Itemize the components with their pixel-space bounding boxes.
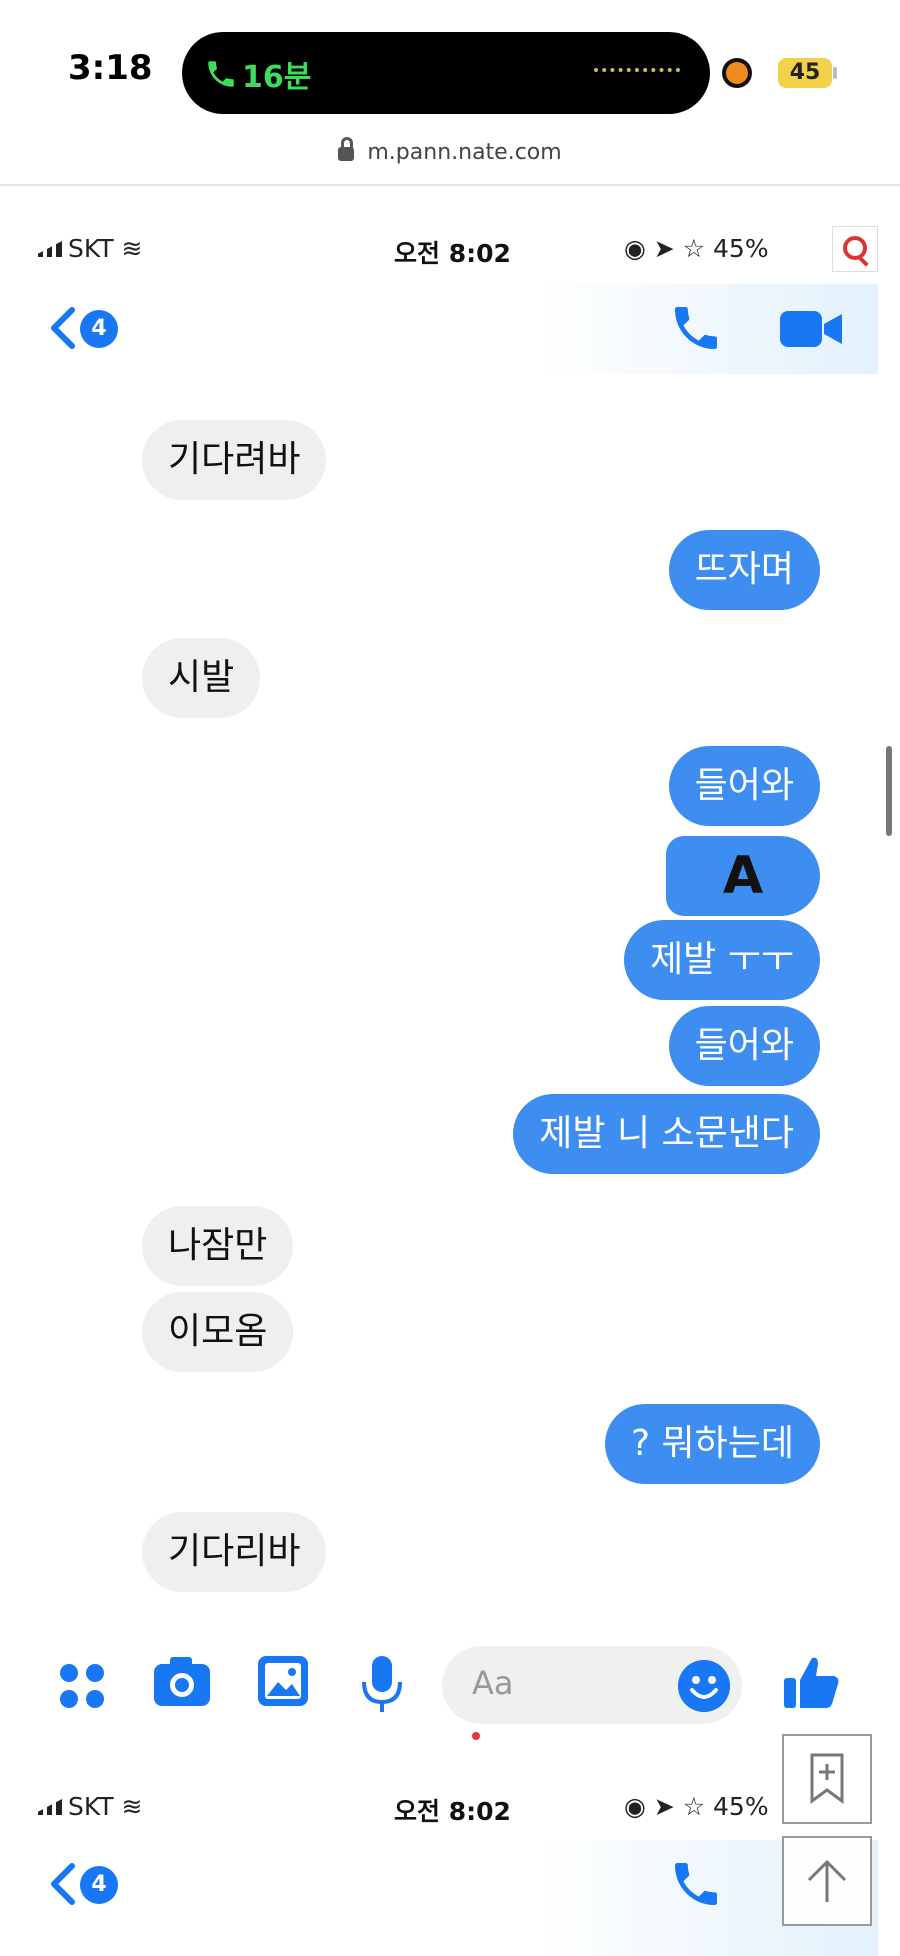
recording-indicator <box>726 62 748 84</box>
scroll-top-button[interactable] <box>782 1836 872 1926</box>
back-chevron-icon[interactable] <box>48 306 78 350</box>
gallery-icon[interactable] <box>256 1654 310 1708</box>
message-incoming: 시발 <box>142 638 261 718</box>
screenshot-status-bar: SKT ≋ 오전 8:02 ◉ ➤ ☆ 45% <box>24 222 878 282</box>
message-outgoing: 제발 니 소문낸다 <box>513 1094 820 1174</box>
signal-icon <box>38 241 62 257</box>
status-icons: ◉ ➤ ☆ 45% <box>624 234 769 263</box>
input-placeholder: Aa <box>472 1664 514 1702</box>
message-outgoing: ? 뭐하는데 <box>604 1404 820 1484</box>
call-duration: 16분 <box>242 60 312 95</box>
search-icon[interactable] <box>832 226 878 272</box>
screenshot-time: 오전 8:02 <box>394 1797 511 1826</box>
audio-wave-indicator <box>594 68 680 78</box>
message-input[interactable]: Aa <box>442 1646 742 1724</box>
apps-grid-icon[interactable] <box>60 1664 106 1710</box>
unread-badge: 4 <box>80 310 118 348</box>
phone-call-icon <box>208 61 234 87</box>
video-camera-icon[interactable] <box>778 308 844 350</box>
message-outgoing: 제발 ㅜㅜ <box>624 920 820 1000</box>
message-outgoing: 뜨자며 <box>668 530 820 610</box>
message-incoming: 나잠만 <box>142 1206 294 1286</box>
battery-level: 45 <box>778 58 832 88</box>
message-outgoing: A <box>666 836 820 916</box>
camera-icon[interactable] <box>152 1654 212 1710</box>
back-chevron-icon[interactable] <box>48 1862 78 1906</box>
scroll-top-icon <box>807 1859 847 1902</box>
unread-badge: 4 <box>80 1866 118 1904</box>
signal-icon <box>38 1799 62 1815</box>
bookmark-add-icon <box>810 1753 844 1804</box>
divider <box>0 184 900 186</box>
chat-header-2: 4 <box>24 1840 878 1956</box>
phone-icon[interactable] <box>668 1856 724 1912</box>
bookmark-add-button[interactable] <box>782 1734 872 1824</box>
screenshot-status-bar-2: SKT ≋ 오전 8:02 ◉ ➤ ☆ 45% <box>24 1780 878 1840</box>
phone-icon[interactable] <box>668 300 724 356</box>
lock-icon <box>338 137 355 161</box>
message-incoming: 기다리바 <box>142 1512 327 1592</box>
carrier-label: SKT ≋ <box>38 234 143 263</box>
thumbs-up-icon[interactable] <box>782 1652 842 1712</box>
phone-clock: 3:18 <box>68 48 153 88</box>
red-dot <box>472 1732 480 1740</box>
status-icons: ◉ ➤ ☆ 45% <box>624 1792 769 1821</box>
message-outgoing: 들어와 <box>668 1006 820 1086</box>
message-incoming: 이모옴 <box>142 1292 294 1372</box>
smiley-icon[interactable] <box>678 1660 730 1712</box>
active-call-pill[interactable]: 16분 <box>182 32 710 114</box>
battery-tip <box>833 67 837 79</box>
screenshot-time: 오전 8:02 <box>394 239 511 268</box>
message-outgoing: 들어와 <box>668 746 820 826</box>
wifi-icon: ≋ <box>121 234 143 263</box>
wifi-icon: ≋ <box>121 1792 143 1821</box>
message-composer: Aa <box>24 1624 878 1744</box>
scrollbar[interactable] <box>886 746 892 836</box>
url-text: m.pann.nate.com <box>367 140 562 165</box>
message-incoming: 기다려바 <box>142 420 327 500</box>
carrier-label: SKT ≋ <box>38 1792 143 1821</box>
microphone-icon[interactable] <box>360 1654 404 1714</box>
address-bar[interactable]: m.pann.nate.com <box>0 137 900 184</box>
chat-header: 4 <box>24 284 878 374</box>
